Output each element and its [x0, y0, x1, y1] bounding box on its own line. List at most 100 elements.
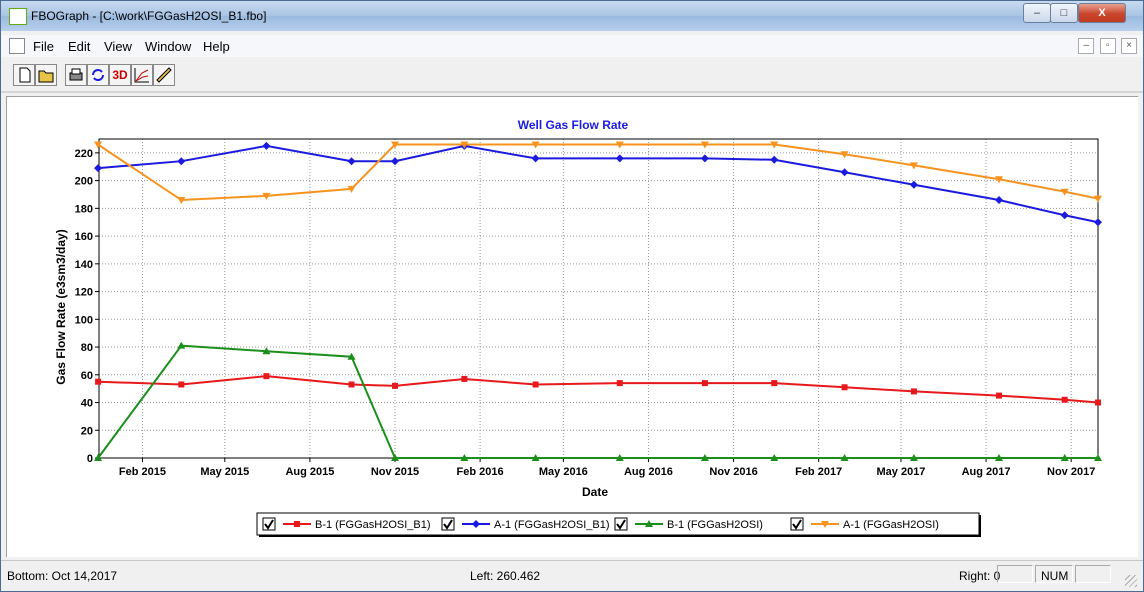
data-point [701, 380, 708, 387]
menu-window[interactable]: Window [145, 39, 191, 54]
x-tick-label: Feb 2017 [795, 466, 842, 478]
status-panel-extra [1075, 565, 1111, 583]
application-window: FBOGraph - [C:\work\FGGasH2OSI_B1.fbo] –… [0, 0, 1144, 592]
y-tick-label: 180 [75, 203, 93, 215]
data-point [532, 381, 539, 388]
status-left: Left: 260.462 [470, 569, 541, 583]
y-tick-label: 40 [81, 398, 93, 410]
data-point [95, 378, 102, 385]
y-tick-label: 100 [75, 314, 93, 326]
y-tick-label: 60 [81, 370, 93, 382]
legend-label: B-1 (FGGasH2OSI) [667, 519, 763, 531]
print-icon[interactable] [65, 64, 87, 86]
data-point [996, 392, 1003, 399]
window-title: FBOGraph - [C:\work\FGGasH2OSI_B1.fbo] [31, 9, 267, 23]
y-tick-label: 80 [81, 342, 93, 354]
y-tick-label: 220 [75, 148, 93, 160]
y-tick-label: 120 [75, 287, 93, 299]
status-num: NUM [1041, 569, 1069, 583]
data-point [392, 382, 398, 389]
x-tick-label: Nov 2017 [1047, 466, 1095, 478]
ruler-icon[interactable] [153, 64, 175, 86]
data-point [700, 154, 709, 163]
data-point [840, 168, 849, 177]
data-point [616, 380, 623, 387]
y-axis-label: Gas Flow Rate (e3sm3/day) [54, 229, 68, 384]
status-panel-empty [997, 565, 1033, 583]
menu-edit[interactable]: Edit [68, 39, 90, 54]
x-tick-label: May 2017 [877, 466, 926, 478]
series-line [97, 144, 1099, 224]
status-bottom: Bottom: Oct 14,2017 [7, 569, 118, 583]
mdi-restore-button[interactable]: ▫ [1099, 38, 1116, 54]
mdi-controls: – ▫ × [1076, 37, 1137, 54]
legend-label: A-1 (FGGasH2OSI_B1) [494, 519, 610, 531]
data-point [909, 180, 918, 189]
x-tick-label: Aug 2015 [285, 466, 334, 478]
series-1 [95, 373, 1101, 406]
data-point [995, 196, 1004, 205]
legend-marker [294, 521, 300, 527]
x-tick-label: Feb 2016 [457, 466, 504, 478]
resize-grip-icon[interactable] [1125, 575, 1137, 587]
data-point [262, 141, 271, 150]
y-tick-label: 200 [75, 176, 93, 188]
minimize-button[interactable]: – [1023, 3, 1051, 23]
document-icon[interactable] [9, 38, 25, 54]
y-tick-label: 140 [75, 259, 93, 271]
mdi-close-button[interactable]: × [1121, 38, 1137, 54]
data-point [1094, 218, 1102, 227]
x-tick-label: May 2015 [200, 466, 249, 478]
chart-panel: Well Gas Flow Rate 0 20 40 60 80 100 120 140 160… [6, 96, 1138, 557]
x-tick-label: Aug 2016 [624, 466, 673, 478]
y-tick-label: 0 [87, 453, 93, 465]
data-point [347, 157, 356, 166]
plot-frame [98, 138, 1099, 459]
new-file-icon[interactable] [13, 64, 35, 86]
data-point [177, 157, 186, 166]
legend-label: A-1 (FGGasH2OSI) [843, 519, 939, 531]
series-3 [94, 341, 1102, 461]
data-point [910, 388, 917, 395]
data-point [94, 164, 103, 173]
menu-view[interactable]: View [104, 39, 132, 54]
status-right: Right: 0 [959, 569, 1001, 583]
refresh-icon[interactable] [87, 64, 109, 86]
toolbar-separator [1, 91, 1143, 93]
data-point [391, 157, 399, 166]
x-tick-label: Nov 2016 [709, 466, 757, 478]
toolbar: 3D [11, 61, 231, 91]
data-point [348, 381, 355, 388]
series-line [98, 375, 1099, 404]
menu-help[interactable]: Help [203, 39, 230, 54]
chart: Well Gas Flow Rate 0 20 40 60 80 100 120 140 160… [54, 118, 1102, 537]
data-point [770, 155, 779, 164]
data-point [263, 373, 270, 380]
maximize-button[interactable]: □ [1050, 3, 1078, 23]
x-tick-label: May 2016 [539, 466, 588, 478]
chart-lines-icon[interactable] [131, 64, 153, 86]
legend-label: B-1 (FGGasH2OSI_B1) [315, 519, 431, 531]
y-tick-label: 160 [75, 231, 93, 243]
data-point [1060, 211, 1069, 220]
data-point [1061, 396, 1068, 403]
x-tick-label: Nov 2015 [371, 466, 419, 478]
series-4 [94, 141, 1102, 205]
chart-title: Well Gas Flow Rate [518, 118, 629, 132]
mdi-minimize-button[interactable]: – [1078, 38, 1095, 54]
series-layer [94, 141, 1102, 461]
data-point [531, 154, 540, 163]
data-point [771, 380, 778, 387]
open-folder-icon[interactable] [35, 64, 57, 86]
close-button[interactable]: X [1078, 3, 1126, 23]
data-point [1094, 195, 1102, 203]
x-tick-label: Aug 2017 [962, 466, 1011, 478]
grid [99, 139, 1098, 459]
series-line [97, 344, 1098, 459]
title-bar[interactable]: FBOGraph - [C:\work\FGGasH2OSI_B1.fbo] –… [1, 1, 1143, 31]
legend: B-1 (FGGasH2OSI_B1) A-1 (FGGasH2OSI_B1) B-… [256, 512, 981, 537]
app-icon [9, 8, 27, 25]
three-d-icon[interactable]: 3D [109, 64, 131, 86]
menu-file[interactable]: File [33, 39, 54, 54]
data-point [841, 384, 848, 391]
